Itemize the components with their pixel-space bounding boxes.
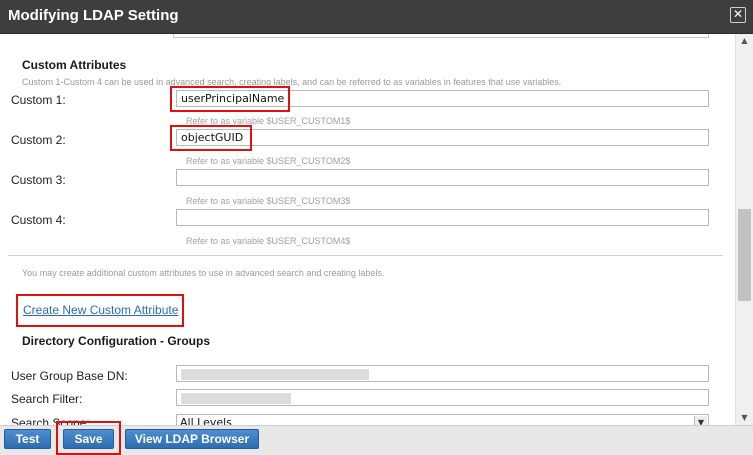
save-button[interactable]: Save: [63, 429, 114, 449]
custom-4-input[interactable]: [176, 209, 709, 226]
custom-attributes-heading: Custom Attributes: [22, 58, 127, 72]
custom-4-hint: Refer to as variable $USER_CUSTOM4$: [186, 236, 351, 246]
chevron-down-icon: ▼: [694, 416, 707, 425]
search-scope-label: Search Scope:: [11, 416, 90, 425]
custom-2-label: Custom 2:: [11, 133, 66, 147]
custom-4-label: Custom 4:: [11, 213, 66, 227]
scroll-down-icon[interactable]: ▼: [736, 411, 753, 425]
vertical-scrollbar[interactable]: ▲ ▼: [735, 34, 753, 425]
search-scope-value: All Levels: [180, 416, 232, 425]
search-filter-input[interactable]: [176, 389, 709, 406]
user-group-base-dn-label: User Group Base DN:: [11, 369, 128, 383]
dialog-footer: Test Save View LDAP Browser: [0, 421, 753, 455]
title-bar: Modifying LDAP Setting ✕: [0, 0, 753, 34]
custom-3-hint: Refer to as variable $USER_CUSTOM3$: [186, 196, 351, 206]
clipped-input-bottom: [173, 34, 709, 38]
redacted-value: [181, 369, 369, 380]
custom-3-label: Custom 3:: [11, 173, 66, 187]
custom-1-label: Custom 1:: [11, 93, 66, 107]
section-divider: [8, 255, 723, 256]
create-custom-attribute-link[interactable]: Create New Custom Attribute: [23, 303, 178, 317]
custom-3-input[interactable]: [176, 169, 709, 186]
view-ldap-browser-button[interactable]: View LDAP Browser: [125, 429, 259, 449]
custom-1-hint: Refer to as variable $USER_CUSTOM1$: [186, 116, 351, 126]
search-scope-select[interactable]: All Levels ▼: [176, 414, 709, 425]
custom-2-hint: Refer to as variable $USER_CUSTOM2$: [186, 156, 351, 166]
test-button[interactable]: Test: [4, 429, 51, 449]
close-icon[interactable]: ✕: [730, 7, 746, 23]
custom-1-input[interactable]: [176, 90, 709, 107]
search-filter-label: Search Filter:: [11, 392, 83, 406]
scroll-up-icon[interactable]: ▲: [736, 34, 753, 48]
additional-attributes-note: You may create additional custom attribu…: [22, 268, 385, 278]
user-group-base-dn-input[interactable]: [176, 365, 709, 382]
window-title: Modifying LDAP Setting: [8, 7, 179, 24]
redacted-value: [181, 393, 291, 404]
custom-attributes-note: Custom 1-Custom 4 can be used in advance…: [22, 77, 562, 87]
scroll-thumb[interactable]: [738, 209, 751, 301]
directory-groups-heading: Directory Configuration - Groups: [22, 334, 211, 348]
dialog-content: Custom Attributes Custom 1-Custom 4 can …: [0, 34, 735, 425]
custom-2-input[interactable]: [176, 129, 709, 146]
